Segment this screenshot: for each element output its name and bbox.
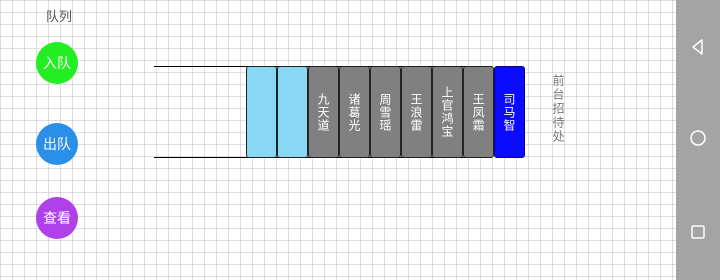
queue-item-label: 诸葛光 — [347, 92, 361, 132]
view-button[interactable]: 查看 — [36, 197, 78, 239]
android-nav-bar — [676, 0, 720, 280]
queue-item: 王浪雷 — [401, 66, 432, 158]
queue-slot-empty — [277, 66, 308, 158]
back-icon[interactable] — [688, 37, 708, 57]
queue-item: 上官鸿宝 — [432, 66, 463, 158]
queue-item: 诸葛光 — [339, 66, 370, 158]
queue-container: 九天道 诸葛光 周雪瑶 王浪雷 上官鸿宝 王凤霜 司马智 — [246, 66, 525, 158]
queue-head-label: 司马智 — [502, 92, 516, 132]
queue-item: 九天道 — [308, 66, 339, 158]
dequeue-button[interactable]: 出队 — [36, 123, 78, 165]
home-icon[interactable] — [688, 128, 708, 148]
queue-head-item: 司马智 — [494, 66, 525, 158]
queue-slot-empty — [246, 66, 277, 158]
app-screen: 队列 入队 出队 查看 九天道 诸葛光 周雪瑶 王浪雷 上官鸿宝 王凤霜 司马智… — [0, 0, 676, 280]
queue-item: 周雪瑶 — [370, 66, 401, 158]
queue-item-label: 九天道 — [316, 92, 330, 132]
queue-item-label: 上官鸿宝 — [440, 86, 454, 138]
enqueue-button[interactable]: 入队 — [36, 42, 78, 84]
queue-caption: 前台招待处 — [551, 74, 565, 144]
page-title: 队列 — [46, 10, 73, 25]
queue-item: 王凤霜 — [463, 66, 494, 158]
queue-item-label: 周雪瑶 — [378, 92, 392, 132]
queue-item-label: 王浪雷 — [409, 92, 423, 132]
recent-apps-icon[interactable] — [688, 222, 708, 242]
queue-item-label: 王凤霜 — [471, 92, 485, 132]
